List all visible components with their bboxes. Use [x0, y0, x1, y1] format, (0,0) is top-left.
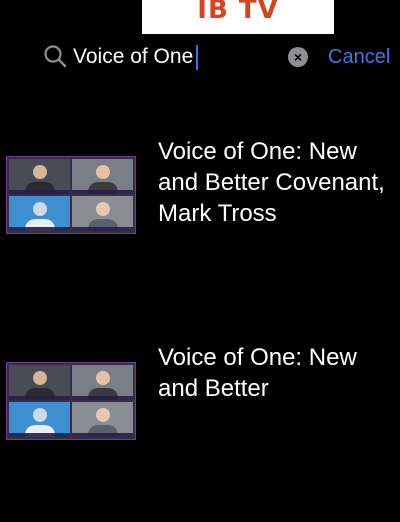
thumbnail-tile: [72, 365, 133, 400]
thumbnail-tile: [9, 159, 70, 194]
result-title: Voice of One: New and Better: [158, 344, 357, 402]
result-item[interactable]: Voice of One: New and Better Covenant, M…: [0, 136, 400, 316]
thumbnail-tile: [72, 402, 133, 437]
thumbnail-tile: [9, 365, 70, 400]
result-item[interactable]: Voice of One: New and Better: [0, 342, 400, 522]
search-results-list: Voice of One: New and Better Covenant, M…: [0, 0, 400, 440]
thumbnail-tile: [72, 159, 133, 194]
video-thumbnail: [6, 362, 136, 440]
thumbnail-tile: [9, 402, 70, 437]
video-thumbnail: [6, 156, 136, 234]
result-title: Voice of One: New and Better Covenant, M…: [158, 138, 385, 227]
thumbnail-tile: [9, 196, 70, 231]
thumbnail-tile: [72, 196, 133, 231]
